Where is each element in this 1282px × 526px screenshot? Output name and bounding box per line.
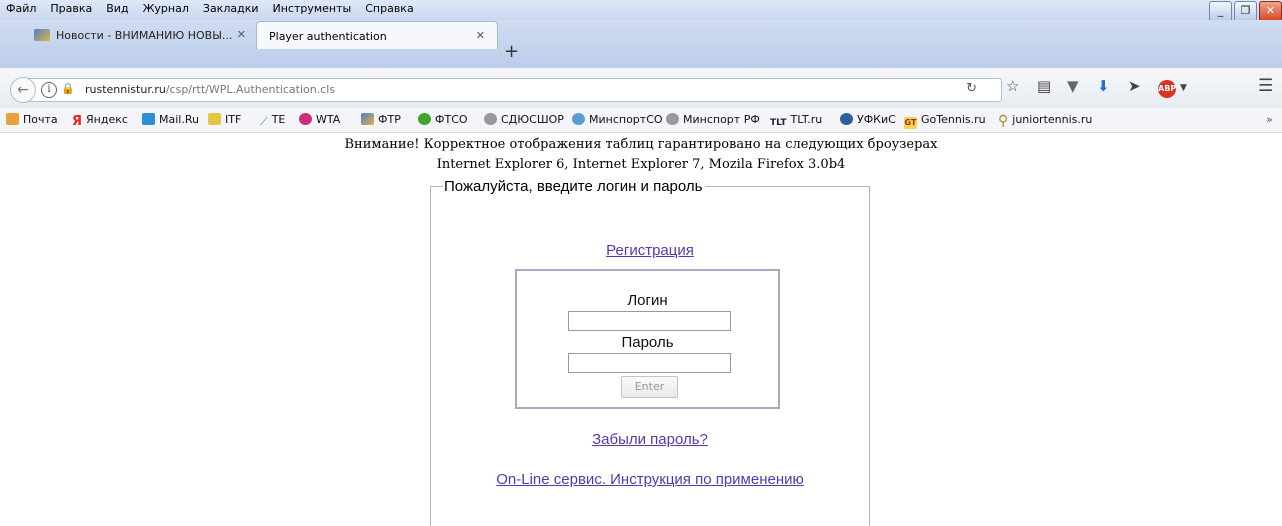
bookmark-itf[interactable]: ITF	[208, 113, 241, 126]
forgot-password-link[interactable]: Забыли пароль?	[430, 431, 870, 448]
insecure-lock-icon[interactable]: 🔒	[61, 82, 75, 95]
close-window-button[interactable]: ✕	[1259, 1, 1282, 22]
password-label: Пароль	[621, 334, 674, 351]
bookmark-label: TE	[271, 113, 286, 126]
menu-bookmarks[interactable]: Закладки	[203, 0, 259, 18]
yandex-icon: Я	[72, 114, 83, 129]
bookmark-label: Почта	[23, 113, 58, 126]
url-domain: rustennistur.ru	[85, 83, 166, 96]
star-icon[interactable]: ☆	[1006, 77, 1019, 95]
info-icon[interactable]: i	[41, 82, 57, 98]
menu-tools[interactable]: Инструменты	[273, 0, 352, 18]
wta-icon	[299, 113, 312, 125]
password-input[interactable]	[568, 353, 731, 373]
menu-help[interactable]: Справка	[365, 0, 413, 18]
bookmarks-overflow-icon[interactable]: »	[1266, 113, 1273, 126]
minsportso-icon	[572, 113, 585, 125]
bookmark-label: Яндекс	[86, 113, 128, 126]
bookmark-ftso[interactable]: ФТСО	[418, 113, 468, 126]
download-icon[interactable]: ⬇	[1097, 77, 1110, 95]
url-bar[interactable]: ← i 🔒 rustennistur.ru/csp/rtt/WPL.Authen…	[10, 77, 1002, 103]
menu-edit[interactable]: Правка	[50, 0, 92, 18]
bookmark-label: УФКиС	[857, 113, 896, 126]
mail-icon	[6, 113, 19, 125]
bookmark-label: WTA	[316, 113, 341, 126]
ftso-icon	[418, 113, 431, 125]
login-legend: Пожалуйста, введите логин и пароль	[443, 178, 706, 195]
bookmark-tlt[interactable]: TLT TLT.ru	[770, 113, 822, 130]
url-path: /csp/rtt/WPL.Authentication.cls	[165, 83, 336, 96]
bookmark-gotennis[interactable]: GT GoTennis.ru	[904, 113, 986, 129]
reload-icon[interactable]: ↻	[966, 81, 977, 96]
tab-player-authentication[interactable]: Player authentication ✕	[256, 21, 498, 49]
minimize-button[interactable]: _	[1209, 1, 1232, 22]
bookmark-label: ITF	[225, 113, 242, 126]
globe-icon	[484, 113, 497, 125]
back-icon[interactable]: ←	[10, 77, 36, 103]
bookmark-yandex[interactable]: Я Яндекс	[72, 113, 128, 129]
bookmark-wta[interactable]: WTA	[299, 113, 340, 126]
url-text[interactable]: rustennistur.ru/csp/rtt/WPL.Authenticati…	[85, 83, 335, 96]
login-input[interactable]	[568, 311, 731, 331]
tab-news-close-icon[interactable]: ✕	[237, 21, 246, 48]
register-link[interactable]: Регистрация	[430, 242, 870, 259]
bookmark-label: ФТР	[378, 113, 401, 126]
itf-icon	[208, 113, 221, 125]
menu-icon[interactable]: ☰	[1258, 76, 1273, 96]
bookmark-ufkis[interactable]: УФКиС	[840, 113, 896, 126]
tab-strip: Новости - ВНИМАНИЮ НОВЫ... ✕ Player auth…	[0, 20, 1282, 69]
menu-view[interactable]: Вид	[106, 0, 128, 18]
ufkis-icon	[840, 113, 853, 125]
tlt-icon: TLT	[770, 118, 787, 128]
ftr-icon	[361, 113, 374, 125]
bookmark-sdyusshor[interactable]: СДЮСШОР	[484, 113, 564, 126]
menu-bar: Файл Правка Вид Журнал Закладки Инструме…	[0, 0, 1282, 22]
bookmark-juniortennis[interactable]: ⚲ juniortennis.ru	[998, 113, 1093, 129]
reading-list-icon[interactable]: ▤	[1037, 77, 1051, 95]
racket-icon: ⚲	[998, 113, 1009, 129]
bookmark-label: Mail.Ru	[159, 113, 199, 126]
gotennis-icon: GT	[904, 117, 917, 129]
restore-button[interactable]: ❐	[1234, 1, 1257, 22]
bookmark-label: МинспортСО	[589, 113, 663, 126]
globe-icon	[666, 113, 679, 125]
tab-player-authentication-label: Player authentication	[269, 29, 387, 43]
bookmark-label: Минспорт РФ	[683, 113, 760, 126]
tab-news[interactable]: Новости - ВНИМАНИЮ НОВЫ... ✕	[24, 21, 256, 48]
bookmarks-bar: Почта Я Яндекс Mail.Ru ITF ⟋ TE WTA ФТР ФТ…	[0, 108, 1282, 133]
mailru-icon	[142, 113, 155, 125]
bookmark-label: СДЮСШОР	[501, 113, 564, 126]
bookmark-minsportso[interactable]: МинспортСО	[572, 113, 663, 126]
bookmark-label: juniortennis.ru	[1012, 113, 1093, 126]
login-label: Логин	[627, 292, 668, 309]
bookmark-label: TLT.ru	[790, 113, 823, 126]
bookmark-te[interactable]: ⟋ TE	[260, 113, 286, 128]
window-controls: _ ❐ ✕	[1209, 1, 1282, 22]
send-icon[interactable]: ➤	[1128, 77, 1141, 95]
bookmark-ftr[interactable]: ФТР	[361, 113, 401, 126]
bookmark-label: ФТСО	[435, 113, 468, 126]
bookmark-mailru[interactable]: Mail.Ru	[142, 113, 199, 126]
enter-button[interactable]: Enter	[621, 376, 678, 398]
menu-history[interactable]: Журнал	[143, 0, 189, 18]
te-icon: ⟋	[260, 115, 268, 128]
browser-list: Internet Explorer 6, Internet Explorer 7…	[436, 157, 846, 172]
new-tab-button[interactable]: +	[504, 43, 519, 61]
bookmark-pochta[interactable]: Почта	[6, 113, 58, 126]
bookmark-minsport-rf[interactable]: Минспорт РФ	[666, 113, 760, 126]
news-favicon-icon	[34, 29, 50, 41]
browser-notice: Внимание! Корректное отображения таблиц …	[344, 137, 938, 152]
tab-news-label: Новости - ВНИМАНИЮ НОВЫ...	[56, 28, 233, 42]
tab-player-authentication-close-icon[interactable]: ✕	[476, 22, 485, 49]
nav-toolbar: ← i 🔒 rustennistur.ru/csp/rtt/WPL.Authen…	[0, 68, 1282, 109]
abp-dropdown-icon[interactable]: ▼	[1180, 83, 1187, 93]
menu-file[interactable]: Файл	[6, 0, 36, 18]
pocket-icon[interactable]: ▼	[1067, 77, 1079, 95]
bookmark-label: GoTennis.ru	[921, 113, 986, 126]
online-service-link[interactable]: On-Line сервис. Инструкция по применению	[430, 471, 870, 488]
abp-icon[interactable]: ABP	[1158, 80, 1176, 98]
